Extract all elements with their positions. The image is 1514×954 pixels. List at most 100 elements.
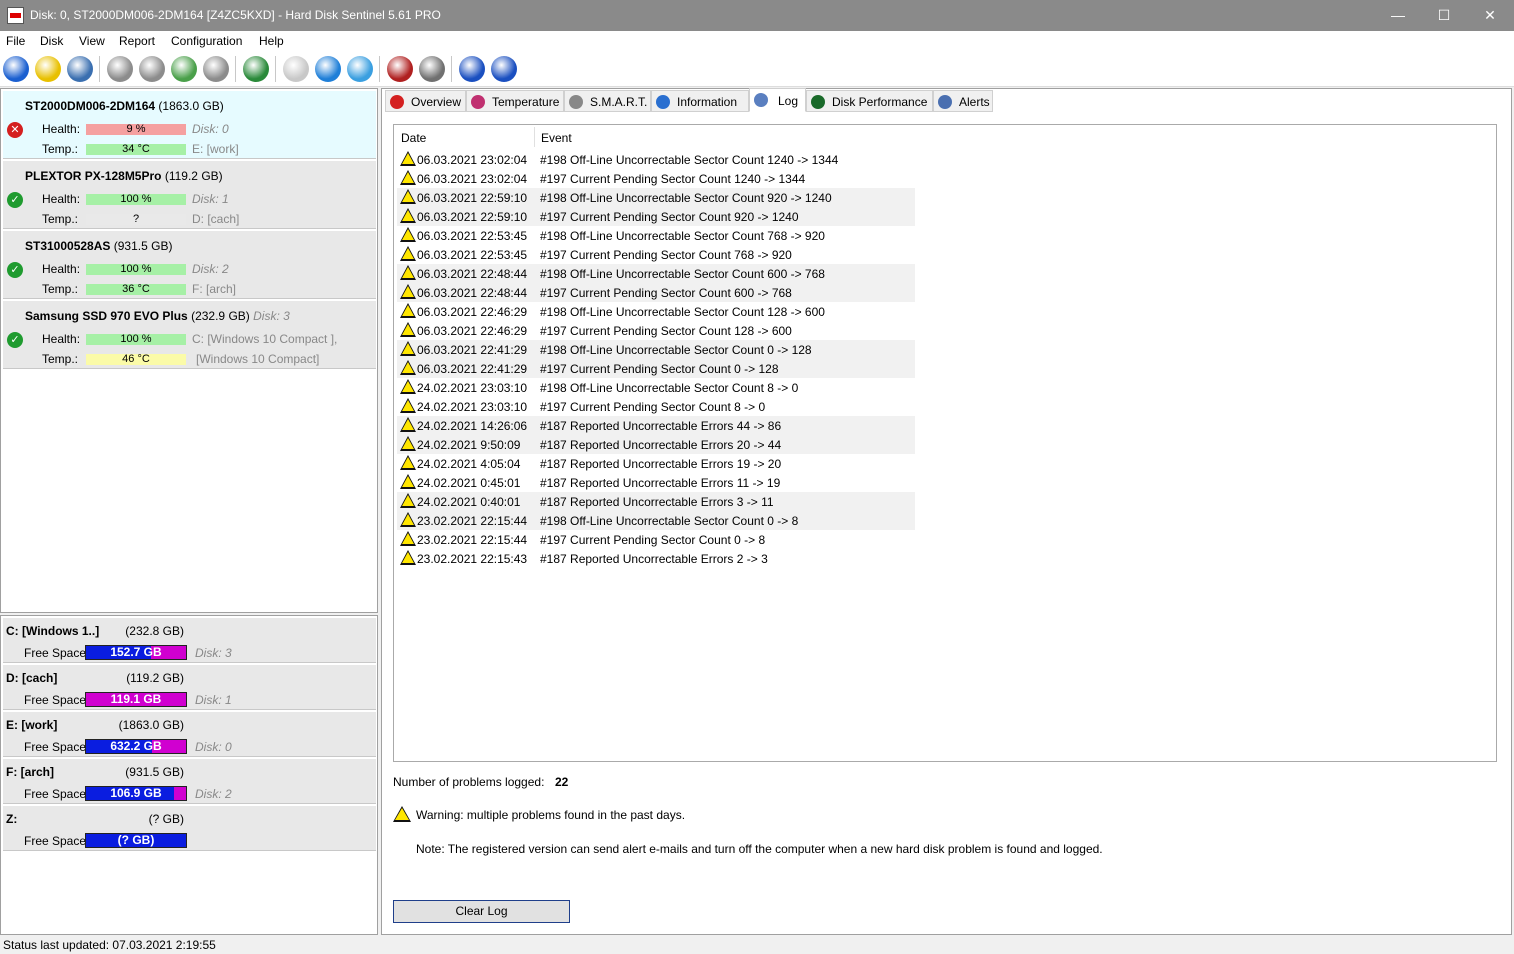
disk-card[interactable]: Samsung SSD 970 EVO Plus (232.9 GB) Disk… xyxy=(3,301,376,369)
tab-overview[interactable]: Overview xyxy=(385,90,466,112)
log-row[interactable]: 06.03.2021 22:41:29 #198 Off-Line Uncorre… xyxy=(397,340,915,359)
ok-icon: ✓ xyxy=(7,192,23,208)
volume-card[interactable]: Z: (? GB) Free Space (? GB) xyxy=(3,806,376,851)
log-row[interactable]: 06.03.2021 22:48:44 #198 Off-Line Uncorre… xyxy=(397,264,915,283)
clear-log-button[interactable]: Clear Log xyxy=(393,900,570,923)
close-button[interactable]: ✕ xyxy=(1467,0,1513,31)
log-table[interactable]: Date Event 06.03.2021 23:02:04 #198 Off-L… xyxy=(393,124,1497,762)
column-divider[interactable] xyxy=(534,127,535,147)
disk-title: ST31000528AS (931.5 GB) xyxy=(25,239,173,253)
log-event: #198 Off-Line Uncorrectable Sector Count… xyxy=(540,305,825,319)
log-date: 24.02.2021 9:50:09 xyxy=(417,438,521,452)
menu-file[interactable]: File xyxy=(6,34,25,48)
log-row[interactable]: 06.03.2021 22:41:29 #197 Current Pending … xyxy=(397,359,915,378)
menu-configuration[interactable]: Configuration xyxy=(171,34,242,48)
menu-bar: File Disk View Report Configuration Help xyxy=(0,31,1514,51)
volume-card[interactable]: C: [Windows 1..] (232.8 GB) Free Space 1… xyxy=(3,618,376,663)
volume-card[interactable]: E: [work] (1863.0 GB) Free Space 632.2 G… xyxy=(3,712,376,757)
log-row[interactable]: 23.02.2021 22:15:44 #197 Current Pending … xyxy=(397,530,915,549)
report-icon[interactable] xyxy=(283,56,309,82)
log-row[interactable]: 06.03.2021 22:48:44 #197 Current Pending … xyxy=(397,283,915,302)
log-row[interactable]: 06.03.2021 22:53:45 #197 Current Pending … xyxy=(397,245,915,264)
problems-count-label: Number of problems logged: xyxy=(393,775,545,789)
sound-icon[interactable] xyxy=(419,56,445,82)
warning-icon xyxy=(400,512,416,527)
log-row[interactable]: 06.03.2021 22:53:45 #198 Off-Line Uncorre… xyxy=(397,226,915,245)
warning-icon xyxy=(400,417,416,432)
health-label: Health: xyxy=(42,122,81,136)
hdd-icon[interactable] xyxy=(203,56,229,82)
log-event: #198 Off-Line Uncorrectable Sector Count… xyxy=(540,381,799,395)
globe-icon[interactable] xyxy=(243,56,269,82)
volume-name: Z: xyxy=(6,812,18,826)
disk-card[interactable]: ST31000528AS (931.5 GB) ✓ Health: 100 % … xyxy=(3,231,376,299)
column-event[interactable]: Event xyxy=(541,131,572,145)
log-row[interactable]: 06.03.2021 22:59:10 #198 Off-Line Uncorre… xyxy=(397,188,915,207)
log-row[interactable]: 06.03.2021 22:46:29 #198 Off-Line Uncorre… xyxy=(397,302,915,321)
sync-icon[interactable] xyxy=(315,56,341,82)
log-row[interactable]: 23.02.2021 22:15:44 #198 Off-Line Uncorre… xyxy=(397,511,915,530)
disk-icon[interactable] xyxy=(67,56,93,82)
log-date: 06.03.2021 23:02:04 xyxy=(417,172,528,186)
log-row[interactable]: 06.03.2021 22:46:29 #197 Current Pending … xyxy=(397,321,915,340)
tab-temperature[interactable]: Temperature xyxy=(466,90,564,112)
warning-icon xyxy=(400,493,416,508)
maximize-button[interactable]: ☐ xyxy=(1421,0,1467,31)
log-row[interactable]: 24.02.2021 14:26:06 #187 Reported Uncorre… xyxy=(397,416,915,435)
log-date: 24.02.2021 14:26:06 xyxy=(417,419,528,433)
hdd-check-icon[interactable] xyxy=(171,56,197,82)
chart-icon[interactable] xyxy=(387,56,413,82)
title-bar: Disk: 0, ST2000DM006-2DM164 [Z4ZC5KXD] -… xyxy=(0,0,1514,31)
disk-card[interactable]: PLEXTOR PX-128M5Pro (119.2 GB) ✓ Health:… xyxy=(3,161,376,229)
log-row[interactable]: 06.03.2021 23:02:04 #198 Off-Line Uncorre… xyxy=(397,150,915,169)
help-icon[interactable] xyxy=(459,56,485,82)
disk-card[interactable]: ST2000DM006-2DM164 (1863.0 GB) ✕ Health:… xyxy=(3,91,376,159)
warning-icon xyxy=(400,398,416,413)
volume-card[interactable]: F: [arch] (931.5 GB) Free Space 106.9 GB… xyxy=(3,759,376,804)
tab-smart[interactable]: S.M.A.R.T. xyxy=(564,90,651,112)
log-date: 06.03.2021 22:48:44 xyxy=(417,267,528,281)
tab-disk-performance[interactable]: Disk Performance xyxy=(806,90,933,112)
log-row[interactable]: 23.02.2021 22:15:43 #187 Reported Uncorre… xyxy=(397,549,915,568)
log-row[interactable]: 24.02.2021 0:45:01 #187 Reported Uncorrec… xyxy=(397,473,915,492)
log-event: #197 Current Pending Sector Count 920 ->… xyxy=(540,210,799,224)
log-row[interactable]: 24.02.2021 9:50:09 #187 Reported Uncorrec… xyxy=(397,435,915,454)
column-date[interactable]: Date xyxy=(401,131,426,145)
volume-name: E: [work] xyxy=(6,718,58,732)
log-event: #197 Current Pending Sector Count 600 ->… xyxy=(540,286,792,300)
free-space-value: (? GB) xyxy=(117,833,155,847)
network-icon[interactable] xyxy=(347,56,373,82)
log-event: #197 Current Pending Sector Count 128 ->… xyxy=(540,324,792,338)
volume-size: (119.2 GB) xyxy=(126,671,184,685)
menu-view[interactable]: View xyxy=(79,34,105,48)
hdd-icon[interactable] xyxy=(107,56,133,82)
free-space-value: 106.9 GB xyxy=(110,786,162,800)
tab-log[interactable]: Log xyxy=(749,88,806,112)
alert-icon[interactable] xyxy=(35,56,61,82)
volume-card[interactable]: D: [cach] (119.2 GB) Free Space 119.1 GB… xyxy=(3,665,376,710)
refresh-icon[interactable] xyxy=(3,56,29,82)
tab-alerts[interactable]: Alerts xyxy=(933,90,993,112)
minimize-button[interactable]: — xyxy=(1375,0,1421,31)
log-event: #198 Off-Line Uncorrectable Sector Count… xyxy=(540,267,825,281)
free-space-value: 152.7 GB xyxy=(110,645,162,659)
log-row[interactable]: 06.03.2021 22:59:10 #197 Current Pending … xyxy=(397,207,915,226)
log-event: #197 Current Pending Sector Count 768 ->… xyxy=(540,248,792,262)
log-row[interactable]: 06.03.2021 23:02:04 #197 Current Pending … xyxy=(397,169,915,188)
log-header: Date Event xyxy=(394,125,914,149)
log-row[interactable]: 24.02.2021 23:03:10 #198 Off-Line Uncorre… xyxy=(397,378,915,397)
toolbar-separator xyxy=(451,56,452,82)
log-row[interactable]: 24.02.2021 4:05:04 #187 Reported Uncorrec… xyxy=(397,454,915,473)
menu-disk[interactable]: Disk xyxy=(40,34,63,48)
log-date: 06.03.2021 22:48:44 xyxy=(417,286,528,300)
log-row[interactable]: 24.02.2021 23:03:10 #197 Current Pending … xyxy=(397,397,915,416)
log-date: 23.02.2021 22:15:44 xyxy=(417,514,528,528)
menu-help[interactable]: Help xyxy=(259,34,284,48)
tab-information[interactable]: Information xyxy=(651,90,749,112)
info-icon[interactable] xyxy=(491,56,517,82)
log-date: 06.03.2021 22:59:10 xyxy=(417,210,528,224)
hdd-icon[interactable] xyxy=(139,56,165,82)
performance-icon xyxy=(811,95,825,109)
log-row[interactable]: 24.02.2021 0:40:01 #187 Reported Uncorrec… xyxy=(397,492,915,511)
menu-report[interactable]: Report xyxy=(119,34,155,48)
